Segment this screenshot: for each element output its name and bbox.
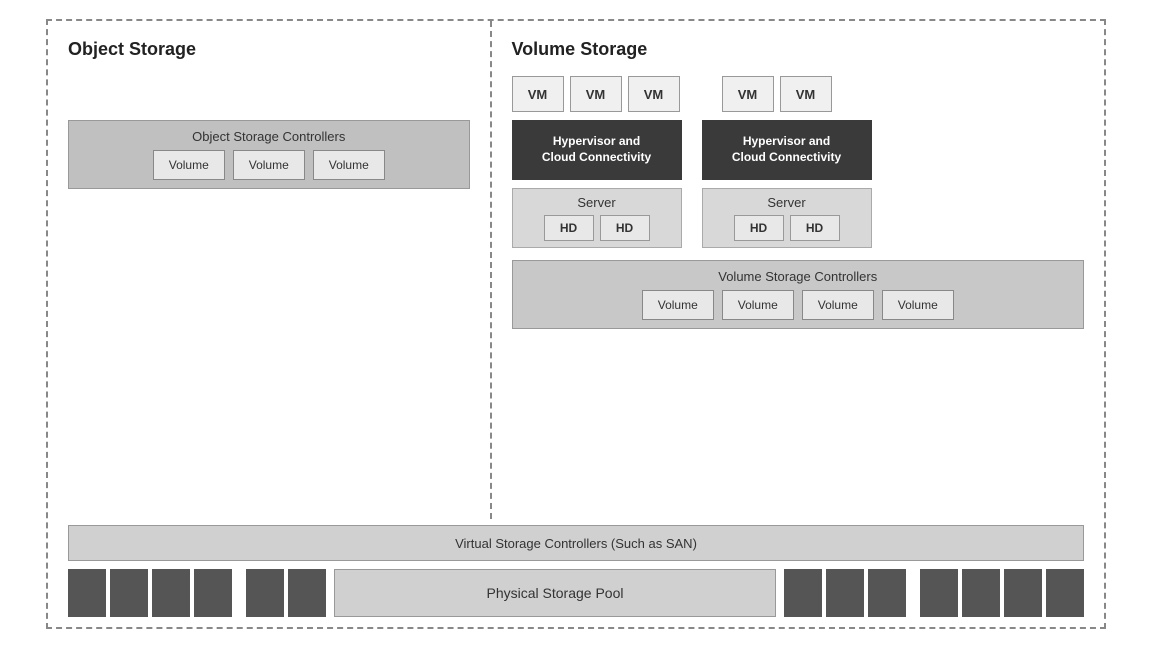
physical-pool-box: Physical Storage Pool [334,569,776,617]
phys-block-7 [784,569,822,617]
vm-2: VM [570,76,622,112]
server-1-label: Server [523,195,671,210]
vol-volume-1: Volume [642,290,714,320]
phys-block-2 [110,569,148,617]
vol-volume-row: Volume Volume Volume Volume [525,290,1071,320]
vm-3: VM [628,76,680,112]
vm-group-2: VM VM [722,76,832,112]
hd-1-2: HD [600,215,650,241]
vm-1: VM [512,76,564,112]
server-2-label: Server [713,195,861,210]
object-storage-title: Object Storage [68,39,470,60]
phys-block-3 [152,569,190,617]
phys-block-8 [826,569,864,617]
vol-volume-4: Volume [882,290,954,320]
physical-pool-label: Physical Storage Pool [487,585,624,601]
top-section: Object Storage Object Storage Controller… [48,21,1104,519]
object-storage-pane: Object Storage Object Storage Controller… [48,21,492,519]
server-1: Server HD HD [512,188,682,248]
hypervisor-1: Hypervisor andCloud Connectivity [512,120,682,180]
server-2: Server HD HD [702,188,872,248]
volume-storage-title: Volume Storage [512,39,1084,60]
phys-block-6 [288,569,326,617]
hd-2-1: HD [734,215,784,241]
hd-2-2: HD [790,215,840,241]
virtual-controllers-box: Virtual Storage Controllers (Such as SAN… [68,525,1084,561]
hypervisor-row: Hypervisor andCloud Connectivity Hypervi… [512,120,1084,180]
vm-row: VM VM VM VM VM [512,76,1084,112]
obj-volume-3: Volume [313,150,385,180]
vol-volume-2: Volume [722,290,794,320]
hd-1-1: HD [544,215,594,241]
vol-controllers-box: Volume Storage Controllers Volume Volume… [512,260,1084,329]
phys-block-11 [962,569,1000,617]
physical-row: Physical Storage Pool [68,569,1084,617]
object-storage-controllers: Object Storage Controllers Volume Volume… [68,120,470,189]
vm-5: VM [780,76,832,112]
phys-block-10 [920,569,958,617]
hypervisor-2: Hypervisor andCloud Connectivity [702,120,872,180]
vm-4: VM [722,76,774,112]
hd-row-1: HD HD [523,215,671,241]
phys-block-4 [194,569,232,617]
vol-controllers-title: Volume Storage Controllers [525,269,1071,284]
phys-block-9 [868,569,906,617]
hd-row-2: HD HD [713,215,861,241]
obj-volume-1: Volume [153,150,225,180]
server-row: Server HD HD Server HD HD [512,188,1084,248]
bottom-section: Virtual Storage Controllers (Such as SAN… [48,519,1104,627]
phys-block-13 [1046,569,1084,617]
volume-storage-pane: Volume Storage VM VM VM VM VM Hypervisor… [492,21,1104,519]
phys-block-12 [1004,569,1042,617]
obj-volume-2: Volume [233,150,305,180]
diagram-container: Object Storage Object Storage Controller… [46,19,1106,629]
obj-volume-row: Volume Volume Volume [81,150,457,180]
vm-group-1: VM VM VM [512,76,680,112]
phys-block-1 [68,569,106,617]
obj-controllers-title: Object Storage Controllers [81,129,457,144]
phys-block-5 [246,569,284,617]
vol-volume-3: Volume [802,290,874,320]
virtual-controllers-label: Virtual Storage Controllers (Such as SAN… [455,536,697,551]
